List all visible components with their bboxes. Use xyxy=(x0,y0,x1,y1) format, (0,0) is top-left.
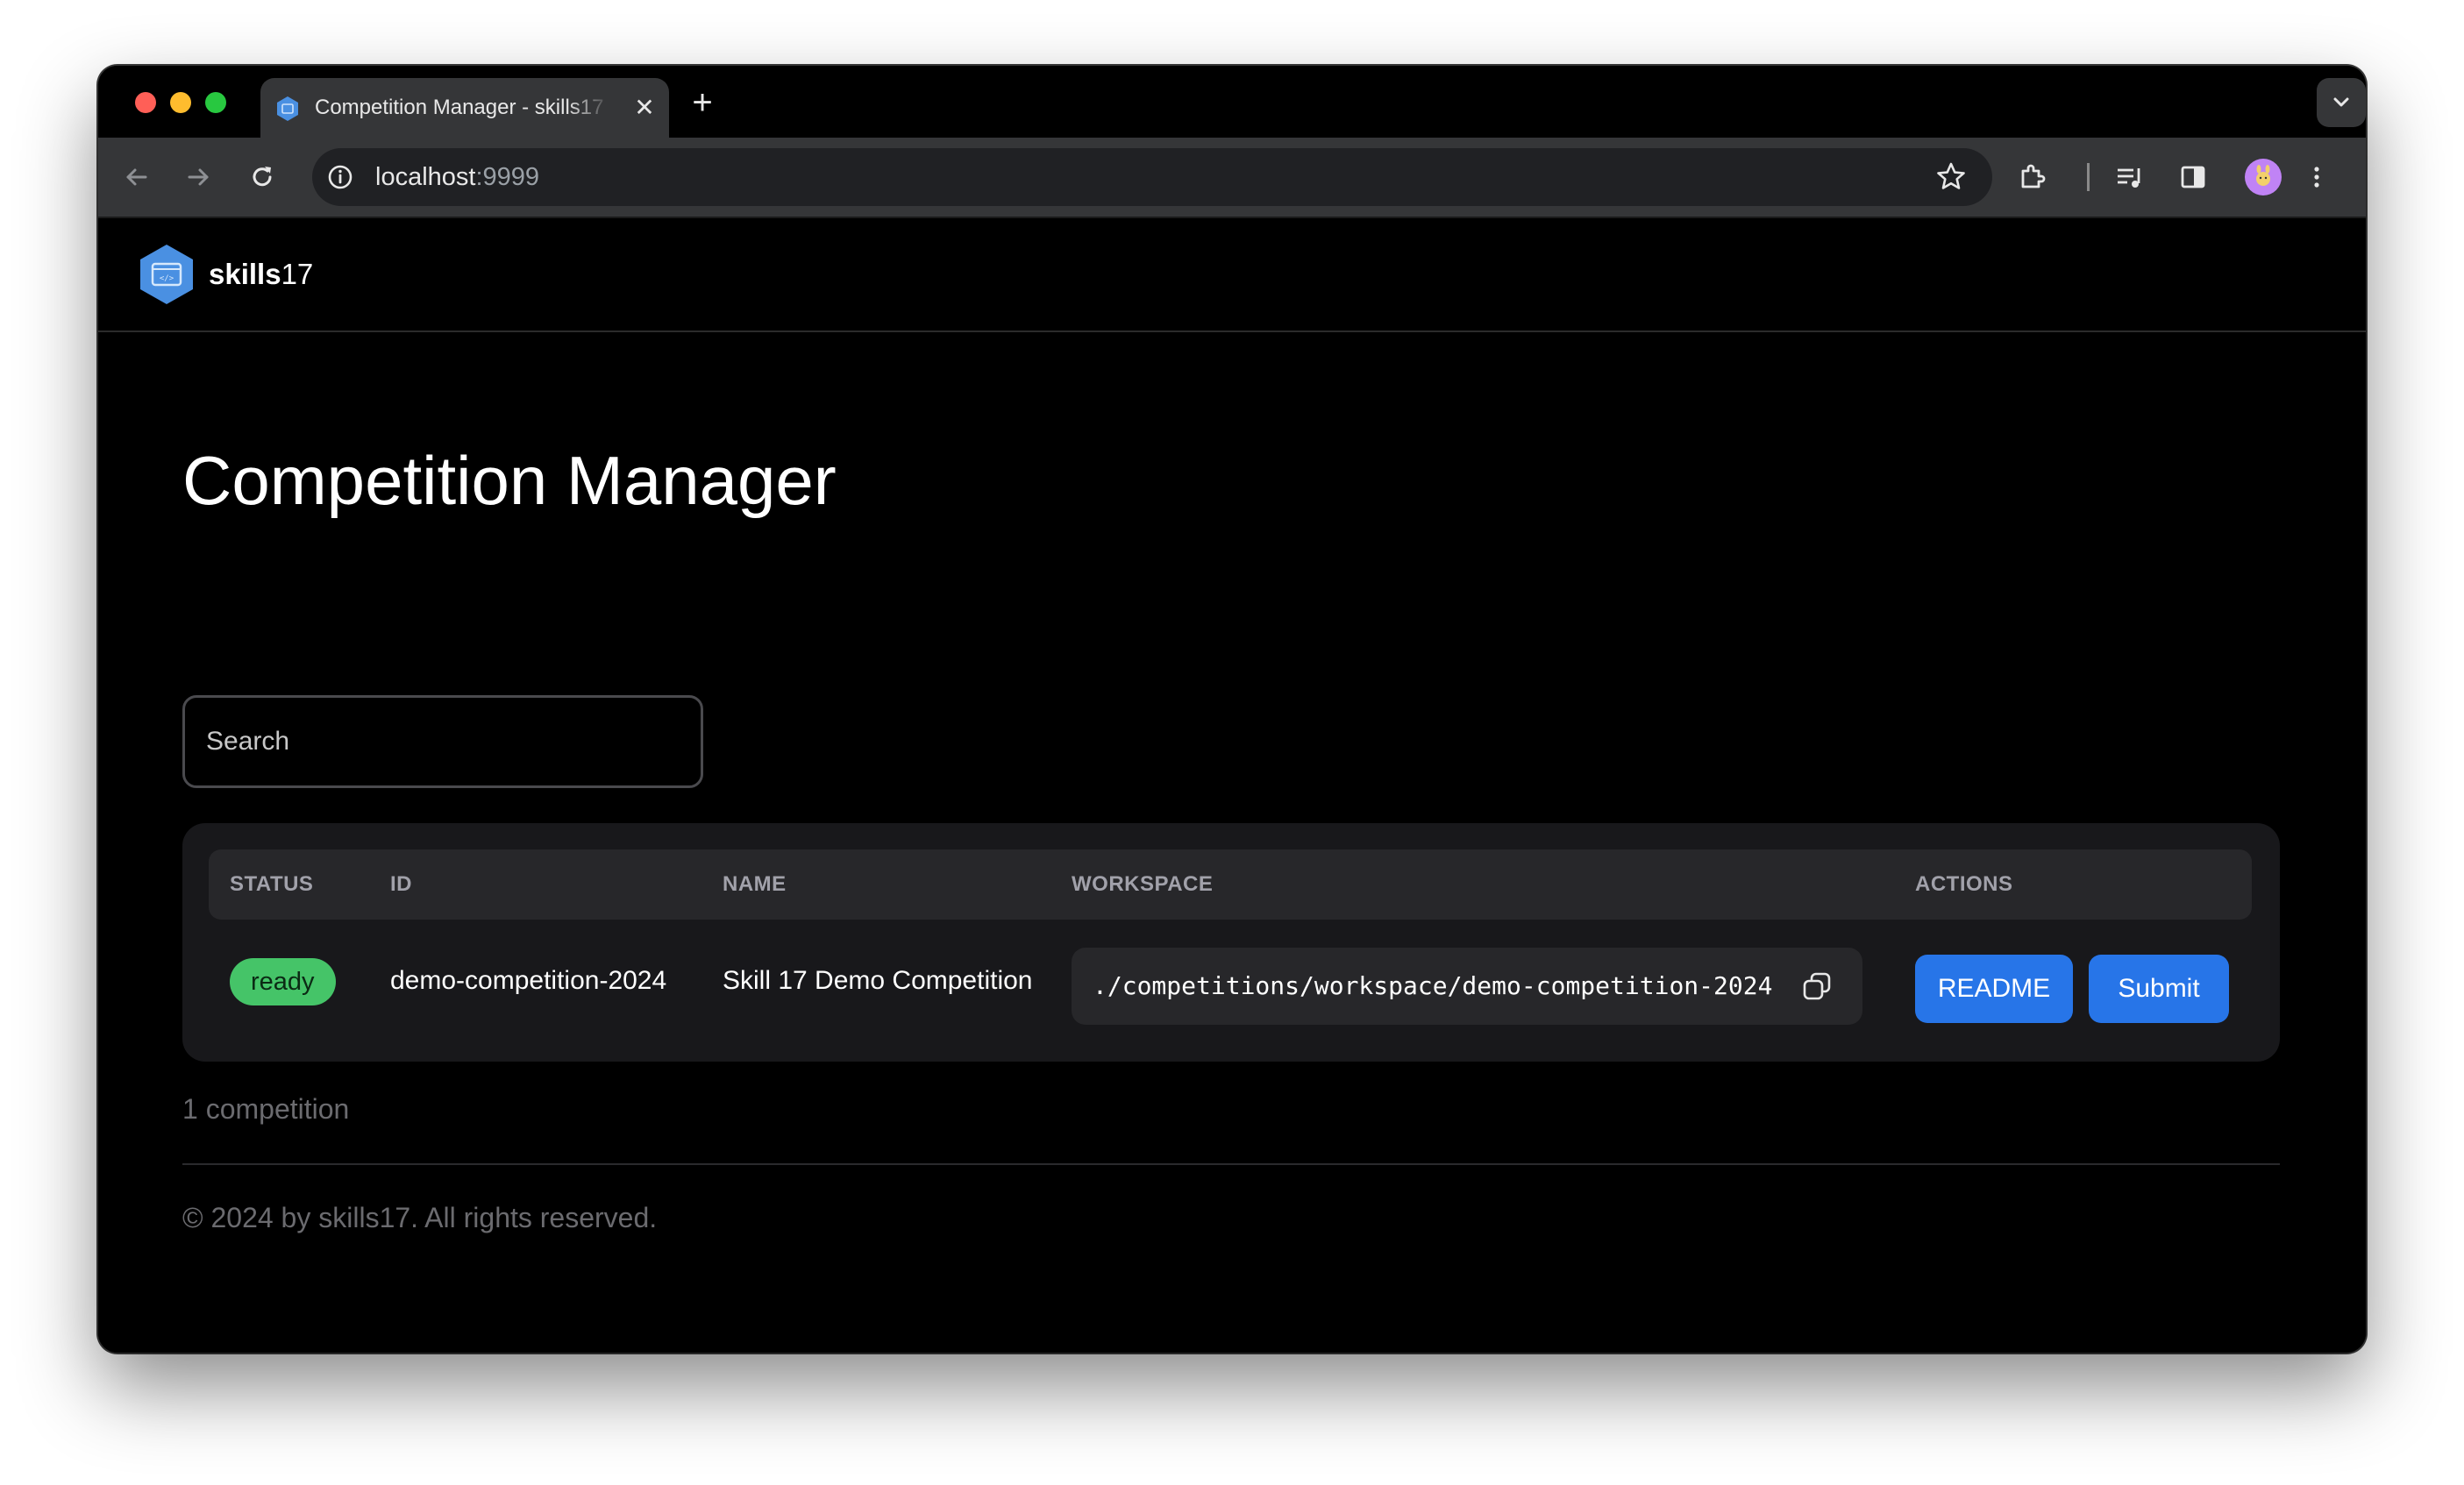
submit-button[interactable]: Submit xyxy=(2089,955,2229,1023)
arrow-right-icon[interactable] xyxy=(181,160,216,195)
reload-icon[interactable] xyxy=(245,160,280,195)
status-badge: ready xyxy=(230,958,336,1005)
copy-icon[interactable] xyxy=(1801,970,1833,1002)
brand-name-number: 17 xyxy=(281,258,314,290)
column-header-actions: ACTIONS xyxy=(1915,872,2013,896)
column-header-status: STATUS xyxy=(230,872,314,896)
workspace-path-box: ./competitions/workspace/demo-competitio… xyxy=(1072,948,1862,1025)
competition-count: 1 competition xyxy=(182,1093,350,1125)
tab-search-button[interactable] xyxy=(2317,78,2366,127)
competition-id: demo-competition-2024 xyxy=(390,966,667,995)
skills17-logo-icon[interactable]: </> xyxy=(137,243,196,306)
tab-strip: Competition Manager - skills17 ✕ + xyxy=(98,66,2366,138)
table-header: STATUS ID NAME WORKSPACE ACTIONS xyxy=(209,849,2252,920)
minimize-window-button[interactable] xyxy=(170,92,191,113)
svg-text:</>: </> xyxy=(160,274,174,283)
footer-copyright: © 2024 by skills17. All rights reserved. xyxy=(182,1202,658,1233)
search-input[interactable] xyxy=(182,695,703,788)
tab-close-icon[interactable]: ✕ xyxy=(632,96,657,120)
column-header-name: NAME xyxy=(723,872,787,896)
workspace-path: ./competitions/workspace/demo-competitio… xyxy=(1093,971,1773,1000)
profile-avatar[interactable] xyxy=(2245,159,2282,195)
maximize-window-button[interactable] xyxy=(205,92,226,113)
column-header-id: ID xyxy=(390,872,412,896)
close-window-button[interactable] xyxy=(135,92,156,113)
app-header: </> skills17 xyxy=(98,218,2366,332)
new-tab-button[interactable]: + xyxy=(687,85,718,120)
competition-name: Skill 17 Demo Competition xyxy=(723,966,1033,995)
footer-divider xyxy=(182,1163,2280,1165)
column-header-workspace: WORKSPACE xyxy=(1072,872,1214,896)
side-panel-icon[interactable] xyxy=(2176,160,2211,195)
brand-name-bold: skills xyxy=(209,258,281,290)
readme-button[interactable]: README xyxy=(1915,955,2073,1023)
chevron-down-icon xyxy=(2333,97,2349,107)
media-queue-icon[interactable] xyxy=(2112,160,2147,195)
puzzle-icon[interactable] xyxy=(2015,160,2050,195)
url-host: localhost xyxy=(375,163,476,191)
browser-window: Competition Manager - skills17 ✕ + local… xyxy=(98,66,2366,1353)
kebab-menu-icon[interactable] xyxy=(2299,160,2334,195)
page-title: Competition Manager xyxy=(182,442,837,519)
toolbar-separator xyxy=(2087,163,2090,191)
browser-tab-active[interactable]: Competition Manager - skills17 ✕ xyxy=(260,78,669,138)
url-port: :9999 xyxy=(475,163,540,191)
browser-toolbar: localhost:9999 xyxy=(98,138,2366,217)
star-icon[interactable] xyxy=(1934,160,1968,194)
tab-title: Competition Manager - skills17 xyxy=(315,96,604,119)
page-content: </> skills17 Competition Manager STATUS … xyxy=(98,217,2366,1353)
url-text: localhost:9999 xyxy=(375,148,539,206)
brand-name[interactable]: skills17 xyxy=(209,250,313,299)
address-bar[interactable]: localhost:9999 xyxy=(312,148,1992,206)
skills17-favicon-icon xyxy=(277,96,298,121)
avatar-icon xyxy=(2256,165,2270,186)
info-icon[interactable] xyxy=(324,161,356,193)
arrow-left-icon[interactable] xyxy=(119,160,154,195)
competitions-table: STATUS ID NAME WORKSPACE ACTIONS ready d… xyxy=(182,823,2280,1062)
table-row: ready demo-competition-2024 Skill 17 Dem… xyxy=(182,928,2280,1034)
